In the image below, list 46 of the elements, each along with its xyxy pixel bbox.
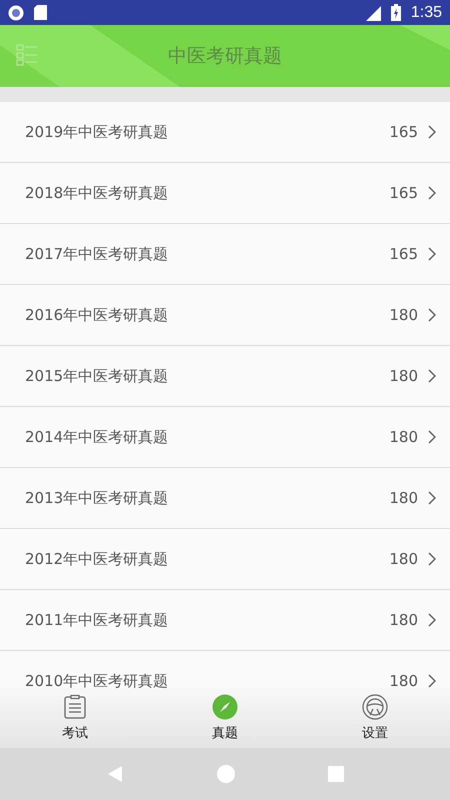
item-title: 2012年中医考研真题 xyxy=(25,550,170,568)
item-count: 165 xyxy=(389,245,418,263)
chevron-right-icon xyxy=(428,247,436,261)
chevron-right-icon xyxy=(428,186,436,200)
item-count: 180 xyxy=(389,489,418,507)
item-title: 2019年中医考研真题 xyxy=(25,122,170,142)
item-count: 180 xyxy=(389,672,418,688)
tab[interactable]: 真题 xyxy=(150,688,300,748)
back-icon[interactable] xyxy=(106,765,124,783)
home-icon[interactable] xyxy=(216,765,235,783)
chevron-right-icon xyxy=(428,369,436,383)
item-title: 2018年中医考研真题 xyxy=(25,184,170,202)
item-title: 2013年中医考研真题 xyxy=(25,488,170,508)
item-title: 2017年中医考研真题 xyxy=(25,244,170,264)
chevron-right-icon xyxy=(428,430,436,444)
item-title: 2010年中医考研真题 xyxy=(25,672,170,688)
item-title: 2015年中医考研真题 xyxy=(25,366,170,386)
signal-icon xyxy=(364,4,381,20)
tab[interactable]: 考试 xyxy=(0,688,150,748)
page-title: 中医考研真题 xyxy=(168,44,282,69)
battery-icon xyxy=(390,4,401,21)
item-count: 180 xyxy=(389,550,418,568)
clipboard-icon xyxy=(62,694,88,720)
chevron-right-icon xyxy=(428,125,436,139)
steering-wheel-icon xyxy=(362,694,388,720)
recents-icon[interactable] xyxy=(328,766,344,782)
menu-icon[interactable] xyxy=(16,44,38,66)
item-title: 2016年中医考研真题 xyxy=(25,306,170,324)
item-count: 180 xyxy=(389,306,418,324)
item-title: 2014年中医考研真题 xyxy=(25,428,170,446)
circle-icon xyxy=(8,4,24,20)
sd-card-icon xyxy=(34,5,47,20)
chevron-right-icon xyxy=(428,613,436,627)
compass-icon xyxy=(212,694,238,720)
item-count: 180 xyxy=(389,611,418,629)
item-count: 180 xyxy=(389,367,418,385)
chevron-right-icon xyxy=(428,308,436,322)
chevron-right-icon xyxy=(428,491,436,505)
tab[interactable]: 设置 xyxy=(300,688,450,748)
chevron-right-icon xyxy=(428,674,436,688)
chevron-right-icon xyxy=(428,552,436,566)
item-title: 2011年中医考研真题 xyxy=(25,610,170,630)
item-count: 165 xyxy=(389,123,418,141)
status-time: 1:35 xyxy=(410,4,442,22)
item-count: 180 xyxy=(389,428,418,446)
item-count: 165 xyxy=(389,184,418,202)
